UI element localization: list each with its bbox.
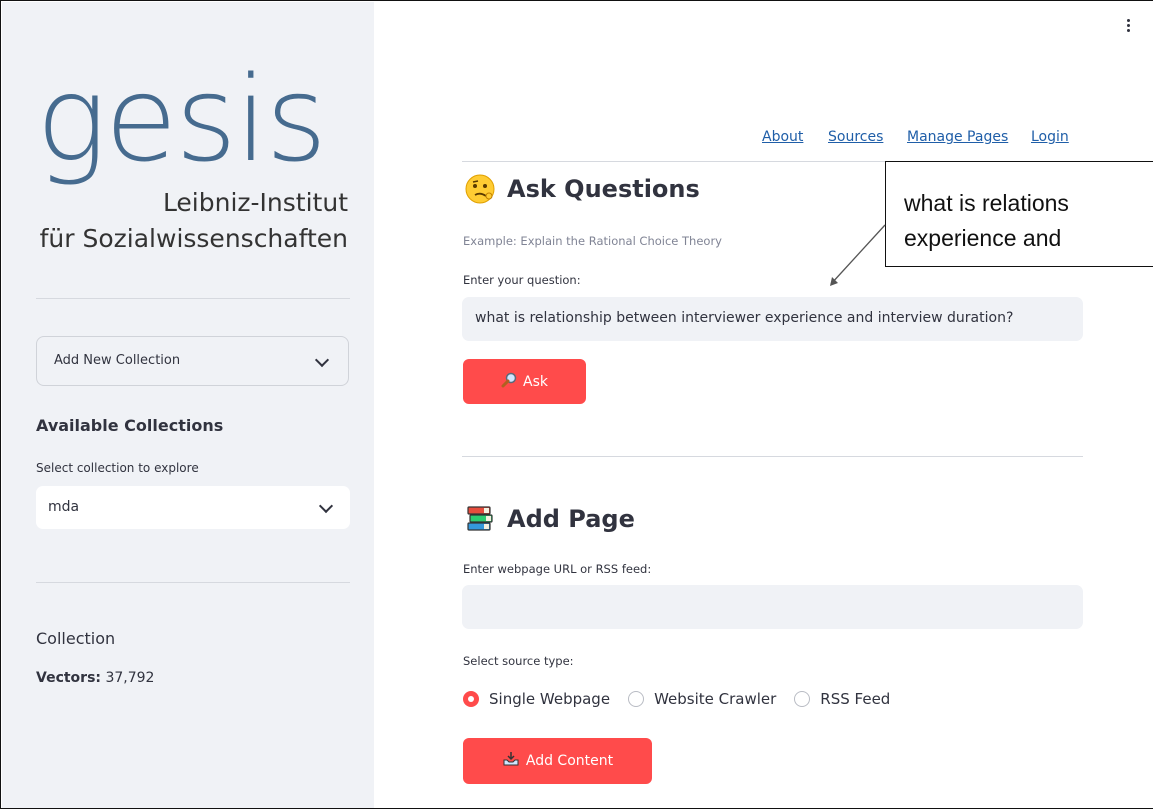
annotation-line2: experience and (904, 225, 1062, 251)
radio-selected-icon (463, 691, 479, 707)
nav-sources-link[interactable]: Sources (828, 129, 883, 145)
sidebar-divider (36, 582, 350, 583)
more-vertical-icon[interactable] (1123, 17, 1133, 39)
add-content-button[interactable]: Add Content (463, 738, 652, 784)
radio-single-webpage[interactable]: Single Webpage (463, 690, 610, 708)
radio-website-crawler[interactable]: Website Crawler (628, 690, 776, 708)
vectors-value: 37,792 (105, 670, 155, 686)
add-new-collection-expander[interactable]: Add New Collection (36, 336, 349, 386)
annotation-callout: what is relations experience and (885, 161, 1153, 267)
ask-questions-heading: Ask Questions (465, 174, 700, 204)
inbox-tray-icon (502, 751, 520, 771)
magnifier-icon (501, 372, 517, 392)
nav-login-link[interactable]: Login (1031, 129, 1069, 145)
chevron-down-icon (314, 352, 330, 368)
sidebar-divider (36, 298, 350, 299)
question-input[interactable]: what is relationship between interviewer… (462, 297, 1083, 341)
ask-button[interactable]: Ask (463, 359, 586, 404)
url-input-label: Enter webpage URL or RSS feed: (463, 562, 652, 576)
app-frame: gesis Leibniz-Institut für Sozialwissens… (0, 0, 1153, 809)
books-icon (465, 504, 495, 534)
add-page-heading: Add Page (465, 504, 635, 534)
collection-select-label: Select collection to explore (36, 461, 199, 475)
source-type-radio-group: Single Webpage Website Crawler RSS Feed (463, 690, 908, 708)
ask-button-label: Ask (523, 373, 548, 390)
radio-rss-feed-label: RSS Feed (820, 690, 891, 708)
radio-rss-feed[interactable]: RSS Feed (794, 690, 890, 708)
chevron-down-icon (318, 498, 334, 514)
confused-face-icon (465, 174, 495, 204)
url-input[interactable] (462, 585, 1083, 629)
nav-manage-pages-link[interactable]: Manage Pages (907, 129, 1008, 145)
radio-single-webpage-label: Single Webpage (489, 690, 611, 708)
radio-unselected-icon (628, 691, 645, 707)
radio-unselected-icon (794, 691, 811, 707)
gesis-logo-wordmark: gesis (36, 50, 327, 188)
question-input-label: Enter your question: (463, 273, 581, 287)
vectors-count: Vectors: 37,792 (36, 670, 154, 686)
add-page-title: Add Page (507, 505, 635, 533)
nav-about-link[interactable]: About (762, 129, 803, 145)
collection-select[interactable]: mda (36, 486, 350, 529)
question-input-value: what is relationship between interviewer… (475, 310, 1014, 326)
annotation-callout-text: what is relations experience and (904, 186, 1069, 256)
radio-website-crawler-label: Website Crawler (654, 690, 777, 708)
annotation-line1: what is relations (904, 190, 1069, 216)
logo-subtitle-line1: Leibniz-Institut (162, 188, 348, 217)
vectors-label: Vectors: (36, 670, 102, 686)
collection-heading: Collection (36, 629, 116, 648)
add-content-button-label: Add Content (525, 753, 614, 769)
collection-select-value: mda (48, 499, 80, 515)
ask-questions-title: Ask Questions (507, 175, 700, 203)
sidebar: gesis Leibniz-Institut für Sozialwissens… (2, 2, 374, 808)
available-collections-heading: Available Collections (36, 416, 224, 435)
ask-example-text: Example: Explain the Rational Choice The… (463, 234, 722, 248)
logo-subtitle-line2: für Sozialwissenschaften (39, 224, 348, 253)
source-type-label: Select source type: (463, 654, 574, 668)
add-new-collection-label: Add New Collection (54, 353, 181, 368)
section-divider (462, 456, 1083, 457)
